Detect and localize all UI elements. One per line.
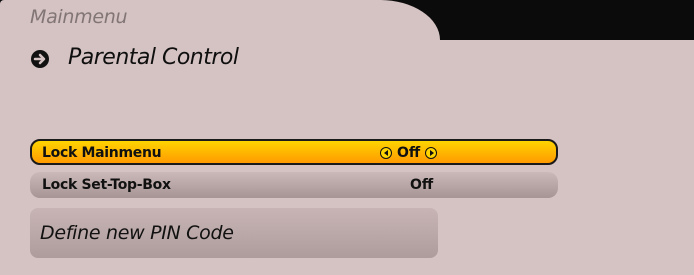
menu-item-lock-mainmenu[interactable]: Lock Mainmenu Off [30,139,558,165]
arrow-left-icon[interactable] [380,147,392,159]
breadcrumb: Mainmenu [30,6,128,28]
option-selector[interactable]: Off [380,145,438,161]
arrow-right-icon[interactable] [425,147,438,159]
circle-arrow-right-icon [31,50,49,68]
define-pin-label: Define new PIN Code [40,222,234,244]
menu-item-label: Lock Mainmenu [42,145,162,161]
menu-item-label: Lock Set-Top-Box [42,177,171,193]
option-value: Off [410,177,434,193]
menu-item-lock-set-top-box[interactable]: Lock Set-Top-Box Off [30,172,558,198]
define-pin-button[interactable]: Define new PIN Code [30,208,438,258]
option-value: Off [397,145,421,161]
page-title: Parental Control [68,45,239,70]
